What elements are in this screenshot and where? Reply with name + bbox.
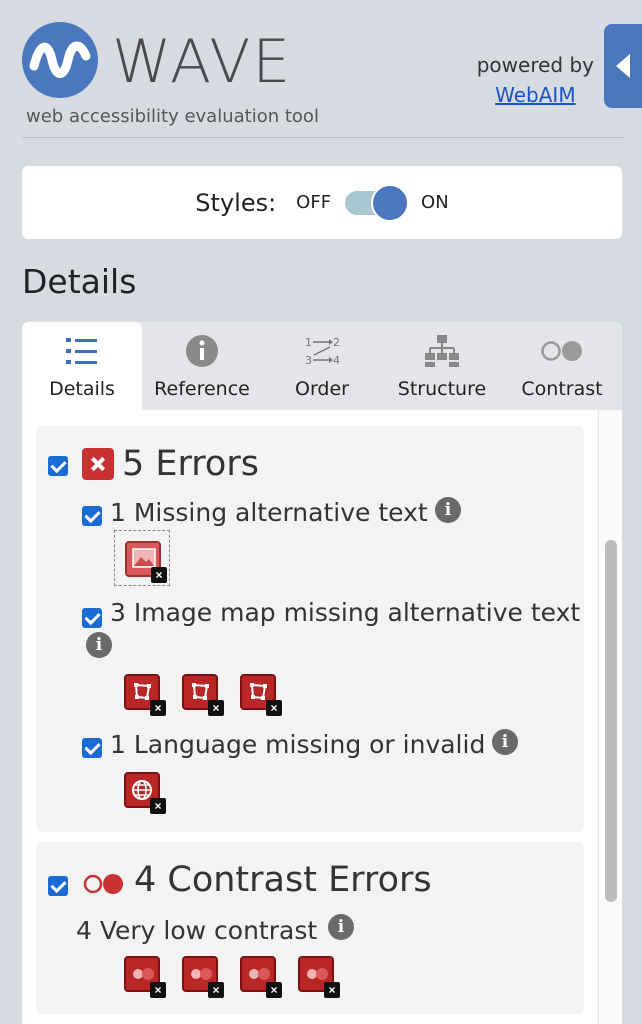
image-map-icon[interactable]: × xyxy=(124,674,166,716)
list-icon xyxy=(22,334,142,368)
low-contrast-label: 4 Very low contrast xyxy=(76,916,318,945)
collapse-sidebar-button[interactable] xyxy=(604,24,642,108)
styles-off-label: OFF xyxy=(296,192,332,213)
errors-checkbox[interactable] xyxy=(48,456,68,476)
order-icon: 1 2 3 4 xyxy=(262,334,382,368)
toggle-knob xyxy=(371,183,410,222)
contrast-checkbox[interactable] xyxy=(48,876,68,896)
missing-alt-item[interactable]: × xyxy=(114,530,170,586)
tagline: web accessibility evaluation tool xyxy=(26,106,319,127)
badge-x-icon: × xyxy=(150,798,166,814)
errors-title: 5 Errors xyxy=(122,444,259,484)
structure-icon xyxy=(382,334,502,368)
errors-card: 5 Errors 1 Missing alternative text i × … xyxy=(36,426,584,832)
styles-label: Styles: xyxy=(195,188,277,217)
scrollbar-thumb[interactable] xyxy=(605,540,617,902)
contrast-title: 4 Contrast Errors xyxy=(134,860,432,900)
tab-details[interactable]: Details xyxy=(22,322,142,410)
tab-contrast-label: Contrast xyxy=(521,378,603,400)
globe-icon[interactable]: × xyxy=(124,772,166,814)
header-divider xyxy=(22,137,624,138)
badge-x-icon: × xyxy=(150,700,166,716)
details-content: 5 Errors 1 Missing alternative text i × … xyxy=(22,410,622,1024)
badge-x-icon: × xyxy=(266,982,282,998)
tab-structure[interactable]: Structure xyxy=(382,322,502,410)
powered-by: powered by WebAIM xyxy=(477,50,594,110)
missing-alt-image-icon: × xyxy=(125,541,167,583)
badge-x-icon: × xyxy=(324,982,340,998)
svg-text:1: 1 xyxy=(305,336,312,349)
contrast-error-icon[interactable]: × xyxy=(240,956,282,998)
scrollbar[interactable] xyxy=(598,410,622,1024)
contrast-error-icon[interactable]: × xyxy=(298,956,340,998)
contrast-icon xyxy=(502,334,622,368)
logo-text: WAVE xyxy=(112,27,293,97)
contrast-error-icon[interactable]: × xyxy=(182,956,224,998)
badge-x-icon: × xyxy=(208,700,224,716)
svg-text:3: 3 xyxy=(305,354,312,367)
webaim-link[interactable]: WebAIM xyxy=(477,80,594,110)
badge-x-icon: × xyxy=(151,567,167,583)
tab-details-label: Details xyxy=(49,378,115,400)
tab-structure-label: Structure xyxy=(397,378,487,400)
tab-order[interactable]: 1 2 3 4 Order xyxy=(262,322,382,410)
low-contrast-info-icon[interactable]: i xyxy=(328,914,354,940)
contrast-error-icon[interactable]: × xyxy=(124,956,166,998)
badge-x-icon: × xyxy=(266,700,282,716)
missing-alt-label: 1 Missing alternative text xyxy=(110,498,428,527)
language-info-icon[interactable]: i xyxy=(492,729,518,755)
svg-text:2: 2 xyxy=(333,336,340,349)
details-panel: Details Reference 1 2 3 4 Order Structur… xyxy=(22,322,622,1024)
header: WAVE web accessibility evaluation tool p… xyxy=(0,0,642,140)
badge-x-icon: × xyxy=(208,982,224,998)
powered-by-label: powered by xyxy=(476,53,594,77)
image-map-checkbox[interactable] xyxy=(82,608,102,628)
contrast-error-icon xyxy=(82,872,126,901)
svg-text:4: 4 xyxy=(333,354,340,367)
details-heading: Details xyxy=(22,262,137,301)
image-map-icon[interactable]: × xyxy=(240,674,282,716)
styles-toggle-box: Styles: OFF ON xyxy=(22,166,622,239)
styles-on-label: ON xyxy=(421,192,449,213)
styles-toggle-switch[interactable] xyxy=(345,183,410,222)
image-map-icon[interactable]: × xyxy=(182,674,224,716)
tab-bar: Details Reference 1 2 3 4 Order Structur… xyxy=(22,322,622,410)
wave-logo-icon xyxy=(22,22,98,98)
contrast-card: 4 Contrast Errors 4 Very low contrast i … xyxy=(36,842,584,1014)
tab-order-label: Order xyxy=(295,378,349,400)
tab-contrast[interactable]: Contrast xyxy=(502,322,622,410)
image-map-info-icon[interactable]: i xyxy=(86,632,112,658)
missing-alt-info-icon[interactable]: i xyxy=(435,497,461,523)
image-map-label: 3 Image map missing alternative text xyxy=(110,598,581,627)
language-checkbox[interactable] xyxy=(82,738,102,758)
error-icon xyxy=(82,448,114,480)
badge-x-icon: × xyxy=(150,982,166,998)
missing-alt-checkbox[interactable] xyxy=(82,506,102,526)
tab-reference-label: Reference xyxy=(154,378,250,400)
tab-reference[interactable]: Reference xyxy=(142,322,262,410)
language-label: 1 Language missing or invalid xyxy=(110,730,486,759)
info-icon xyxy=(142,334,262,368)
